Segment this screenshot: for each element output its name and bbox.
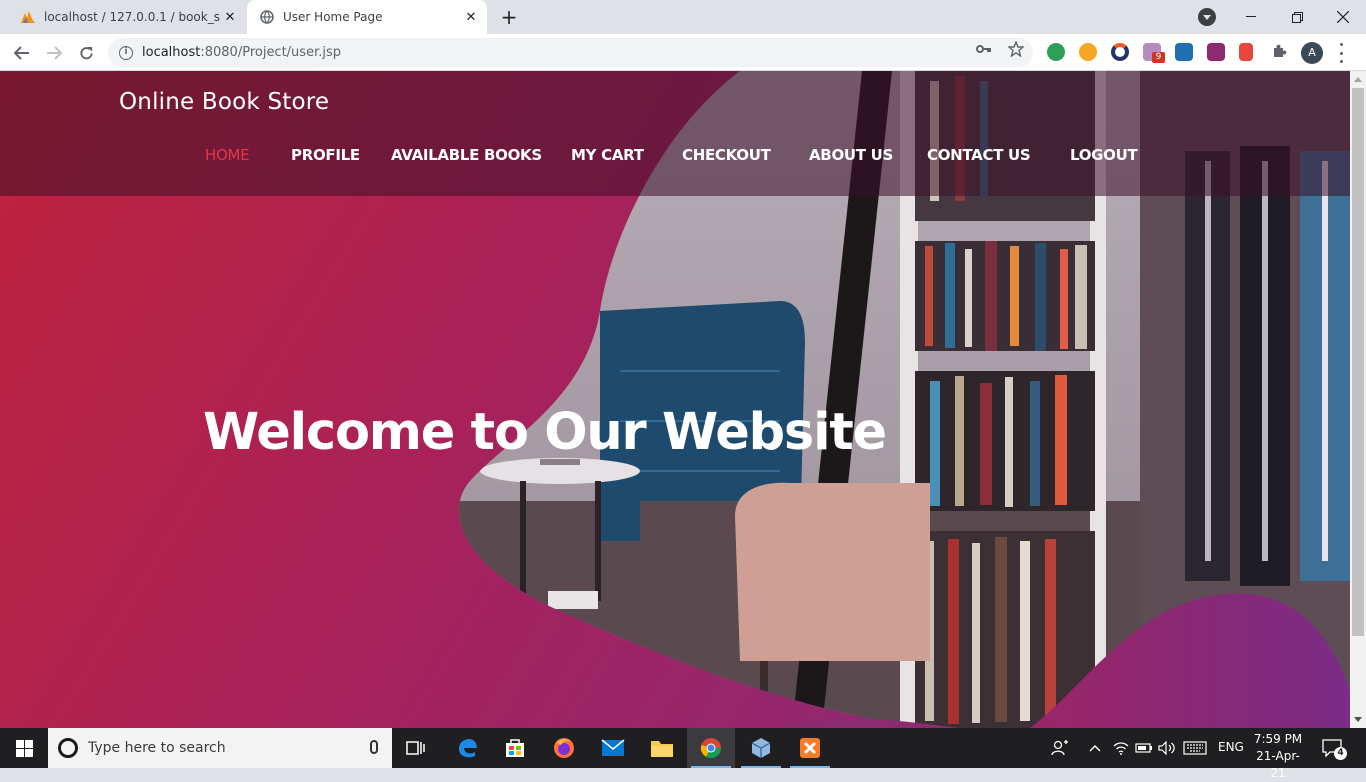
edge-icon[interactable] [443,728,491,768]
close-window-icon[interactable] [1320,0,1366,34]
store-icon[interactable] [491,728,539,768]
extension-blue-icon[interactable] [1175,43,1193,61]
extension-circle-icon[interactable] [1111,43,1129,61]
nav-profile[interactable]: PROFILE [291,146,360,164]
volume-icon[interactable] [1157,728,1177,768]
close-tab-icon[interactable]: ✕ [461,7,481,27]
clock-time: 7:59 PM [1253,732,1303,746]
page-scrollbar[interactable] [1350,71,1366,728]
firefox-icon[interactable] [540,728,588,768]
extension-badge-icon[interactable]: 9 [1143,43,1165,63]
site-brand[interactable]: Online Book Store [119,89,329,115]
language-indicator[interactable]: ENG [1218,740,1244,754]
menu-kebab-icon[interactable] [1338,43,1344,63]
url-host: localhost [142,45,201,60]
chevron-up-icon[interactable] [1086,728,1104,768]
nav-my-cart[interactable]: MY CART [571,146,644,164]
tab-strip: localhost / 127.0.0.1 / book_store ✕ Use… [0,0,1366,34]
keyboard-icon[interactable] [1182,728,1208,768]
file-explorer-icon[interactable] [638,728,686,768]
bookmark-star-icon[interactable] [1008,41,1024,57]
system-clock[interactable]: 7:59 PM 21-Apr-21 [1249,731,1307,782]
cortana-icon [58,738,78,758]
minimize-icon[interactable] [1228,0,1274,34]
back-arrow-icon[interactable] [9,40,35,66]
forward-arrow-icon[interactable] [41,40,67,66]
tab-search-icon[interactable] [1198,8,1216,26]
microphone-icon[interactable] [370,740,378,754]
virtualbox-icon[interactable] [737,728,785,768]
nav-checkout[interactable]: CHECKOUT [682,146,771,164]
clock-date: 21-Apr-21 [1256,749,1300,780]
site-info-icon[interactable]: i [119,45,133,60]
url-path: :8080/Project/user.jsp [200,45,341,60]
url-text: localhost:8080/Project/user.jsp [142,45,341,60]
page-viewport: Online Book Store HOME PROFILE AVAILABLE… [0,71,1350,728]
phpmyadmin-icon [20,9,36,25]
nav-contact-us[interactable]: CONTACT US [927,146,1031,164]
scroll-down-icon[interactable] [1354,717,1362,722]
extension-badge-count: 9 [1152,52,1165,63]
browser-toolbar: i localhost:8080/Project/user.jsp 9 A [0,34,1366,71]
extension-purple-icon[interactable] [1207,43,1225,61]
close-tab-icon[interactable]: ✕ [220,7,240,27]
battery-icon[interactable] [1134,728,1154,768]
wifi-icon[interactable] [1111,728,1131,768]
scroll-up-icon[interactable] [1354,77,1362,82]
nav-available-books[interactable]: AVAILABLE BOOKS [391,146,542,164]
extension-red-icon[interactable] [1239,43,1253,61]
puzzle-icon[interactable] [1271,43,1287,59]
nav-about-us[interactable]: ABOUT US [809,146,893,164]
taskbar-search[interactable]: Type here to search [48,728,392,768]
windows-logo-icon [15,739,33,757]
tab-user-home[interactable]: User Home Page ✕ [247,0,487,34]
profile-avatar[interactable]: A [1301,42,1323,64]
chrome-icon[interactable] [687,728,735,768]
key-icon[interactable] [976,41,992,57]
people-icon[interactable] [1048,728,1072,768]
tab-phpmyadmin[interactable]: localhost / 127.0.0.1 / book_store ✕ [8,0,246,34]
task-view-icon[interactable] [392,728,440,768]
restore-icon[interactable] [1274,0,1320,34]
address-bar[interactable]: i localhost:8080/Project/user.jsp [108,38,1033,67]
taskbar-search-placeholder: Type here to search [88,740,226,756]
extension-globe-icon[interactable] [1047,43,1065,61]
windows-start-button[interactable] [0,728,48,768]
extension-orange-icon[interactable] [1079,43,1097,61]
tab-title: User Home Page [283,10,383,24]
notification-count: 4 [1334,747,1347,760]
hero-headline: Welcome to Our Website [203,403,887,462]
notification-center-icon[interactable]: 4 [1322,739,1347,760]
windows-taskbar: Type here to search ENG 7:59 PM 21-Apr-2… [0,728,1366,780]
xampp-icon[interactable] [786,728,834,768]
new-tab-button[interactable]: + [498,7,520,29]
nav-home[interactable]: HOME [205,146,250,164]
scrollbar-thumb[interactable] [1352,88,1364,636]
nav-logout[interactable]: LOGOUT [1070,146,1138,164]
tab-title: localhost / 127.0.0.1 / book_store [44,10,220,24]
globe-icon [259,9,275,25]
reload-icon[interactable] [73,40,99,66]
mail-icon[interactable] [589,728,637,768]
